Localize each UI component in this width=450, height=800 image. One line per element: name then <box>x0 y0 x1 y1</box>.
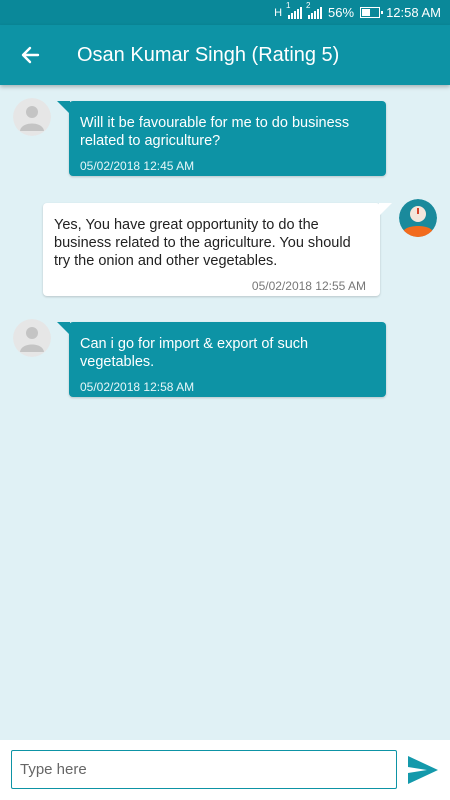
status-time: 12:58 AM <box>386 5 441 20</box>
battery-fill <box>362 9 371 16</box>
back-button[interactable] <box>0 25 60 85</box>
network-signal-icon: H <box>274 7 282 19</box>
message-text: Can i go for import & export of such veg… <box>80 336 309 370</box>
arrow-left-icon <box>21 46 40 64</box>
message-bubble-incoming: Can i go for import & export of such veg… <box>57 322 386 397</box>
message-bubble-incoming: Will it be favourable for me to do busin… <box>57 101 386 176</box>
sim1-label: 1 <box>286 0 291 10</box>
message-timestamp: 05/02/2018 12:58 AM <box>80 380 195 394</box>
sim2-label: 2 <box>306 0 311 10</box>
page-title: Osan Kumar Singh (Rating 5) <box>77 43 340 66</box>
battery-icon <box>360 7 384 18</box>
status-bar: H 1 2 56% 12:58 AM <box>0 0 450 25</box>
message-input[interactable] <box>11 750 397 789</box>
network-type: H <box>274 6 283 19</box>
astrologer-avatar-icon <box>399 199 437 237</box>
message-text: Will it be favourable for me to do busin… <box>80 115 350 149</box>
message-timestamp: 05/02/2018 12:55 AM <box>251 279 366 293</box>
send-icon <box>408 756 438 784</box>
default-user-avatar-icon <box>13 319 51 357</box>
send-button[interactable] <box>405 753 441 787</box>
app-bar: Osan Kumar Singh (Rating 5) <box>0 25 450 85</box>
battery-percent: 56% <box>328 5 355 20</box>
sim2-signal-icon: 2 <box>306 1 323 19</box>
message-timestamp: 05/02/2018 12:45 AM <box>80 159 195 173</box>
sim1-signal-icon: 1 <box>286 1 303 19</box>
message-text: Yes, You have great opportunity to do th… <box>54 217 351 269</box>
message-bubble-outgoing: Yes, You have great opportunity to do th… <box>43 203 392 296</box>
message-composer <box>0 740 450 800</box>
default-user-avatar-icon <box>13 98 51 136</box>
